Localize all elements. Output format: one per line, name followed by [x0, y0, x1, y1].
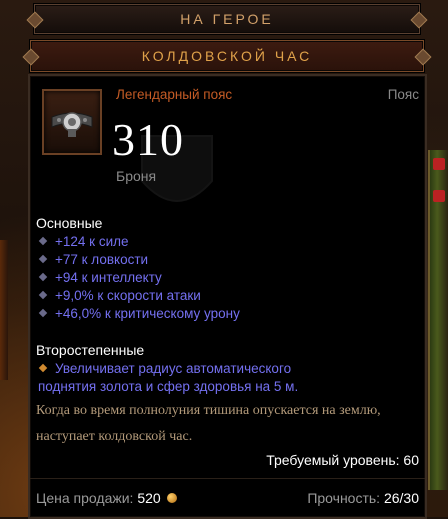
gem-icon [433, 190, 445, 202]
flavor-text: Когда во время полнолуния тишина опускае… [36, 403, 381, 444]
item-rarity-type: Легендарный пояс [116, 87, 233, 102]
sell-price: Цена продажи: 520 [36, 490, 177, 506]
primary-stat: +77 к ловкости [38, 252, 148, 267]
secondary-stats-title: Второстепенные [36, 342, 145, 358]
armor-value: 310 [112, 114, 184, 165]
bullet-icon [38, 364, 48, 373]
armor-label: Броня [116, 168, 157, 184]
required-level: Требуемый уровень: 60 [266, 452, 419, 468]
item-icon-frame[interactable] [42, 89, 102, 155]
bullet-icon [38, 273, 48, 282]
item-tooltip: Легендарный пояс Пояс 310 Броня Основные… [28, 74, 427, 519]
bullet-icon [38, 237, 48, 246]
bullet-icon [38, 309, 48, 318]
durability-label: Прочность: [307, 490, 381, 506]
footer-divider [30, 478, 425, 479]
item-title: КОЛДОВСКОЙ ЧАС [141, 48, 313, 64]
tab-on-hero[interactable]: НА ГЕРОЕ [26, 4, 428, 34]
bullet-icon [38, 291, 48, 300]
sell-price-value: 520 [137, 490, 161, 506]
secondary-stat: Увеличивает радиус автоматического подня… [38, 361, 299, 394]
primary-stat: +46,0% к критическому урону [38, 306, 240, 321]
sell-price-label: Цена продажи: [36, 490, 134, 506]
belt-icon [51, 112, 93, 137]
background-left-edge [0, 240, 8, 380]
background-inventory-edge [428, 150, 448, 490]
bullet-icon [38, 255, 48, 264]
primary-stat: +124 к силе [38, 234, 129, 249]
gem-icon [433, 158, 445, 170]
gold-coin-icon [166, 493, 177, 504]
primary-stat: +9,0% к скорости атаки [38, 288, 201, 303]
item-title-bar: КОЛДОВСКОЙ ЧАС [22, 40, 432, 72]
item-slot: Пояс [387, 87, 419, 102]
primary-stat: +94 к интеллекту [38, 270, 162, 285]
primary-stats-title: Основные [36, 215, 103, 231]
durability-value: 26/30 [383, 490, 419, 506]
durability: Прочность: 26/30 [307, 490, 419, 506]
tab-on-hero-label: НА ГЕРОЕ [180, 11, 274, 27]
